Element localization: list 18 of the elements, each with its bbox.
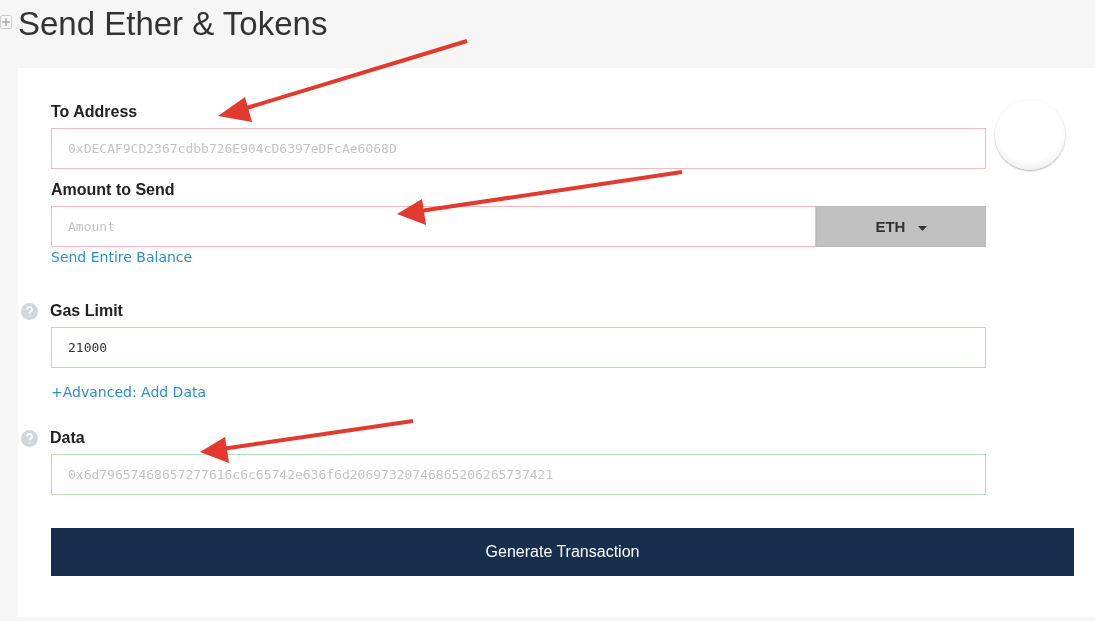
- help-icon[interactable]: [21, 429, 38, 447]
- page-title: Send Ether & Tokens: [18, 5, 328, 43]
- address-field[interactable]: 0xDECAF9CD2367cdbb726E904cD6397eDFcAe6068D: [51, 128, 986, 169]
- field-label: Data: [50, 429, 85, 447]
- field-label: Amount to Send: [51, 180, 175, 200]
- advanced-link[interactable]: +Advanced: Add Data: [51, 384, 207, 404]
- data-field[interactable]: 0x6d79657468657277616c6c65742e636f6d20697320746865206265737421: [51, 454, 986, 495]
- expand-icon[interactable]: [0, 15, 12, 29]
- field-label: Gas Limit: [50, 302, 123, 320]
- help-icon[interactable]: [21, 302, 38, 320]
- gas-limit-field[interactable]: 21000: [51, 327, 986, 368]
- send-balance-link[interactable]: Send Entire Balance: [51, 249, 193, 269]
- amount-field[interactable]: Amount: [51, 206, 816, 247]
- caret-icon: [917, 225, 927, 231]
- identicon-icon: [995, 100, 1065, 170]
- currency-dropdown[interactable]: ETH: [816, 206, 986, 247]
- field-label: To Address: [51, 102, 138, 122]
- generate-button[interactable]: Generate Transaction: [51, 528, 1074, 576]
